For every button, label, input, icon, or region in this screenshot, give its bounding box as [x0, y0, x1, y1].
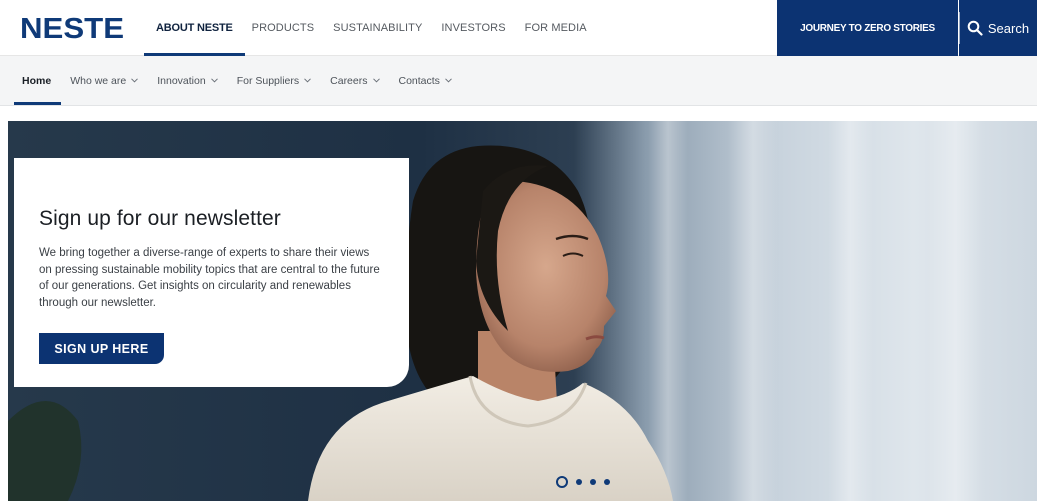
journey-to-zero-button[interactable]: JOURNEY TO ZERO STORIES: [777, 0, 958, 56]
sub-nav-contacts[interactable]: Contacts: [399, 56, 452, 105]
newsletter-card: Sign up for our newsletter We bring toge…: [14, 158, 409, 387]
sub-nav-label: Contacts: [398, 74, 440, 87]
carousel-dot-1[interactable]: [556, 476, 568, 488]
hero-banner: Sign up for our newsletter We bring toge…: [8, 121, 1037, 501]
carousel-dot-2[interactable]: [576, 479, 582, 485]
neste-logo[interactable]: NESTE: [20, 14, 124, 40]
main-nav-label: ABOUT NESTE: [156, 22, 233, 34]
search-label: Search: [987, 20, 1030, 36]
chevron-down-icon: [210, 78, 218, 83]
sub-nav-home[interactable]: Home: [13, 56, 62, 105]
main-nav-label: INVESTORS: [441, 22, 506, 34]
journey-label: JOURNEY TO ZERO STORIES: [800, 22, 935, 34]
carousel-dot-3[interactable]: [590, 479, 596, 485]
chevron-down-icon: [445, 78, 452, 83]
sub-nav-label: For Suppliers: [236, 74, 300, 87]
logo-text: NESTE: [20, 14, 124, 40]
sub-nav-label: Who we are: [70, 74, 127, 87]
newsletter-description: We bring together a diverse-range of exp…: [39, 247, 380, 310]
main-nav-products[interactable]: PRODUCTS: [252, 0, 315, 56]
chevron-down-icon: [372, 78, 380, 83]
main-nav-label: FOR MEDIA: [524, 22, 587, 34]
sub-nav-careers[interactable]: Careers: [330, 56, 380, 105]
search-icon: [967, 20, 983, 36]
top-header: NESTE ABOUT NESTE PRODUCTS SUSTAINABILIT…: [0, 0, 1037, 56]
main-nav-label: PRODUCTS: [251, 22, 315, 34]
chevron-down-icon: [304, 78, 311, 83]
main-nav: ABOUT NESTE PRODUCTS SUSTAINABILITY INVE…: [144, 0, 606, 56]
main-nav-for-media[interactable]: FOR MEDIA: [525, 0, 587, 56]
sub-nav: Home Who we are Innovation For Suppliers…: [0, 56, 1037, 106]
sign-up-button[interactable]: SIGN UP HERE: [39, 333, 164, 364]
sub-nav-label: Home: [22, 74, 52, 87]
sub-nav-for-suppliers[interactable]: For Suppliers: [237, 56, 311, 105]
main-nav-label: SUSTAINABILITY: [333, 22, 423, 34]
chevron-down-icon: [131, 78, 139, 83]
carousel-dots: [556, 476, 618, 488]
sub-nav-label: Careers: [330, 74, 368, 87]
main-nav-investors[interactable]: INVESTORS: [441, 0, 505, 56]
sub-nav-who-we-are[interactable]: Who we are: [70, 56, 139, 105]
main-nav-about-neste[interactable]: ABOUT NESTE: [144, 0, 245, 56]
main-nav-sustainability[interactable]: SUSTAINABILITY: [333, 0, 422, 56]
sign-up-label: SIGN UP HERE: [54, 341, 149, 356]
sub-nav-innovation[interactable]: Innovation: [157, 56, 218, 105]
sub-nav-label: Innovation: [157, 74, 206, 87]
search-button[interactable]: Search: [959, 0, 1037, 56]
newsletter-title: Sign up for our newsletter: [39, 207, 281, 230]
carousel-dot-4[interactable]: [604, 479, 610, 485]
